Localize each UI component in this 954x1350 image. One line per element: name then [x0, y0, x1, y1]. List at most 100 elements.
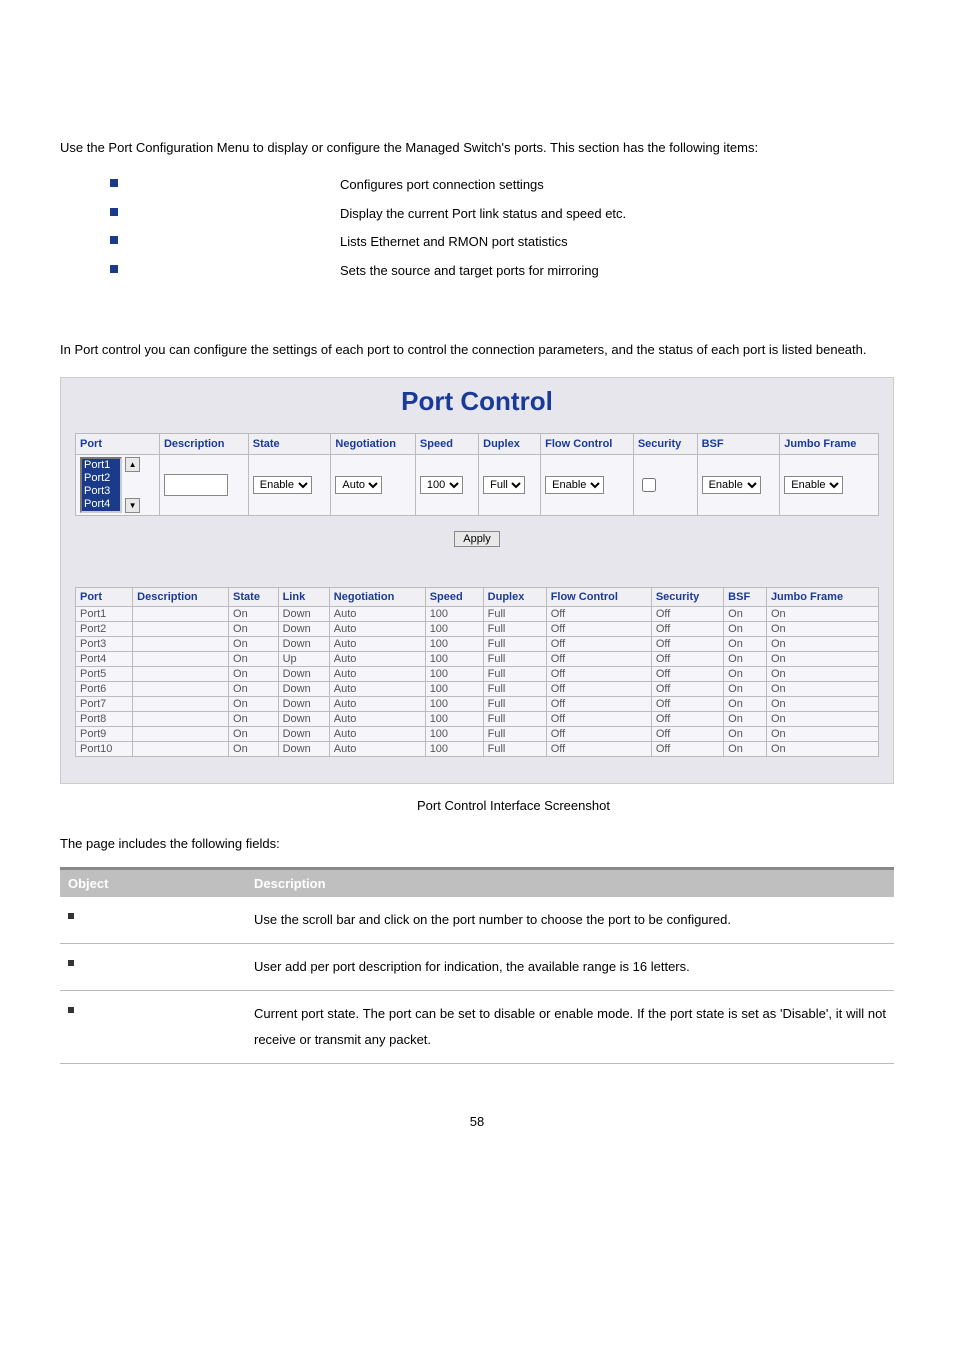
status-cell: Port1: [76, 607, 133, 622]
status-cell: Port4: [76, 652, 133, 667]
col-speed: Speed: [415, 434, 478, 455]
scroll-down-button[interactable]: ▼: [125, 498, 140, 513]
status-cell: Down: [278, 727, 329, 742]
flow-control-select[interactable]: Enable: [545, 476, 604, 494]
status-cell: Off: [651, 697, 723, 712]
duplex-select[interactable]: Full: [483, 476, 525, 494]
bsf-select[interactable]: Enable: [702, 476, 761, 494]
status-row: Port10OnDownAuto100FullOffOffOnOn: [76, 742, 879, 757]
figure-text: Port Control Interface Screenshot: [417, 798, 610, 813]
speed-select[interactable]: 100: [420, 476, 463, 494]
status-cell: Down: [278, 697, 329, 712]
status-row: Port7OnDownAuto100FullOffOffOnOn: [76, 697, 879, 712]
col-state: State: [248, 434, 331, 455]
scol-speed: Speed: [425, 588, 483, 607]
figure-caption: Figure 4-17 Port Control Interface Scree…: [60, 798, 894, 813]
status-cell: On: [724, 637, 767, 652]
status-cell: Auto: [329, 742, 425, 757]
feature-desc: Lists Ethernet and RMON port statistics: [340, 234, 568, 249]
status-cell: Auto: [329, 622, 425, 637]
status-cell: Down: [278, 622, 329, 637]
status-row: Port6OnDownAuto100FullOffOffOnOn: [76, 682, 879, 697]
status-row: Port1OnDownAuto100FullOffOffOnOn: [76, 607, 879, 622]
obj-label: Port: [80, 907, 106, 922]
status-cell: [133, 727, 229, 742]
status-cell: Auto: [329, 697, 425, 712]
status-cell: Port9: [76, 727, 133, 742]
status-cell: 100: [425, 712, 483, 727]
status-cell: On: [766, 712, 878, 727]
status-cell: On: [724, 652, 767, 667]
obj-desc: User add per port description for indica…: [246, 944, 894, 991]
status-cell: 100: [425, 667, 483, 682]
obj-head-desc: Description: [246, 869, 894, 898]
status-cell: On: [724, 667, 767, 682]
status-row: Port5OnDownAuto100FullOffOffOnOn: [76, 667, 879, 682]
status-cell: On: [766, 697, 878, 712]
obj-desc: Current port state. The port can be set …: [246, 991, 894, 1064]
status-cell: On: [766, 607, 878, 622]
status-cell: 100: [425, 607, 483, 622]
status-cell: On: [724, 682, 767, 697]
status-cell: On: [229, 712, 279, 727]
fields-intro: The page includes the following fields:: [60, 831, 894, 857]
scol-duplex: Duplex: [483, 588, 546, 607]
status-cell: On: [724, 607, 767, 622]
status-cell: On: [766, 727, 878, 742]
status-cell: Off: [546, 712, 651, 727]
status-cell: [133, 607, 229, 622]
feature-desc: Configures port connection settings: [340, 177, 544, 192]
port-select-list[interactable]: Port1 Port2 Port3 Port4: [80, 457, 122, 513]
status-cell: [133, 652, 229, 667]
status-cell: Auto: [329, 712, 425, 727]
status-cell: Off: [651, 622, 723, 637]
feature-label: Port Mirroring: [134, 257, 221, 286]
status-cell: Off: [546, 607, 651, 622]
status-cell: Down: [278, 637, 329, 652]
status-cell: Off: [546, 697, 651, 712]
status-cell: Full: [483, 727, 546, 742]
status-cell: Down: [278, 667, 329, 682]
status-cell: Off: [651, 712, 723, 727]
state-select[interactable]: Enable: [253, 476, 312, 494]
status-cell: Off: [546, 667, 651, 682]
bullet-icon: [68, 1007, 74, 1013]
page-number: 58: [60, 1114, 894, 1129]
status-cell: 100: [425, 652, 483, 667]
jumbo-select[interactable]: Enable: [784, 476, 843, 494]
status-cell: [133, 667, 229, 682]
status-cell: Port10: [76, 742, 133, 757]
feature-label: Port Status: [134, 200, 203, 229]
status-cell: Full: [483, 712, 546, 727]
status-cell: Port5: [76, 667, 133, 682]
obj-row: State Current port state. The port can b…: [60, 991, 894, 1064]
sub-heading: 4.4.1 Port Configuration: [60, 309, 894, 327]
status-row: Port4OnUpAuto100FullOffOffOnOn: [76, 652, 879, 667]
col-bsf: BSF: [697, 434, 780, 455]
obj-label: Description: [80, 954, 152, 969]
status-cell: Down: [278, 742, 329, 757]
apply-button[interactable]: Apply: [454, 531, 500, 547]
status-cell: On: [766, 637, 878, 652]
status-cell: Full: [483, 697, 546, 712]
status-cell: Auto: [329, 682, 425, 697]
obj-row: Description User add per port descriptio…: [60, 944, 894, 991]
bullet-icon: [68, 960, 74, 966]
scol-link: Link: [278, 588, 329, 607]
description-input[interactable]: [164, 474, 228, 496]
status-cell: Off: [651, 607, 723, 622]
port-config-table: Port Description State Negotiation Speed…: [75, 433, 879, 516]
col-port: Port: [76, 434, 160, 455]
status-cell: Auto: [329, 652, 425, 667]
status-cell: [133, 682, 229, 697]
status-cell: On: [724, 727, 767, 742]
scol-flow: Flow Control: [546, 588, 651, 607]
status-cell: On: [724, 622, 767, 637]
col-negotiation: Negotiation: [331, 434, 416, 455]
security-checkbox[interactable]: [642, 478, 656, 492]
negotiation-select[interactable]: Auto: [335, 476, 382, 494]
section-heading: 4.4 Port Management: [60, 100, 894, 123]
status-cell: Down: [278, 682, 329, 697]
scroll-up-button[interactable]: ▲: [125, 457, 140, 472]
col-description: Description: [159, 434, 248, 455]
